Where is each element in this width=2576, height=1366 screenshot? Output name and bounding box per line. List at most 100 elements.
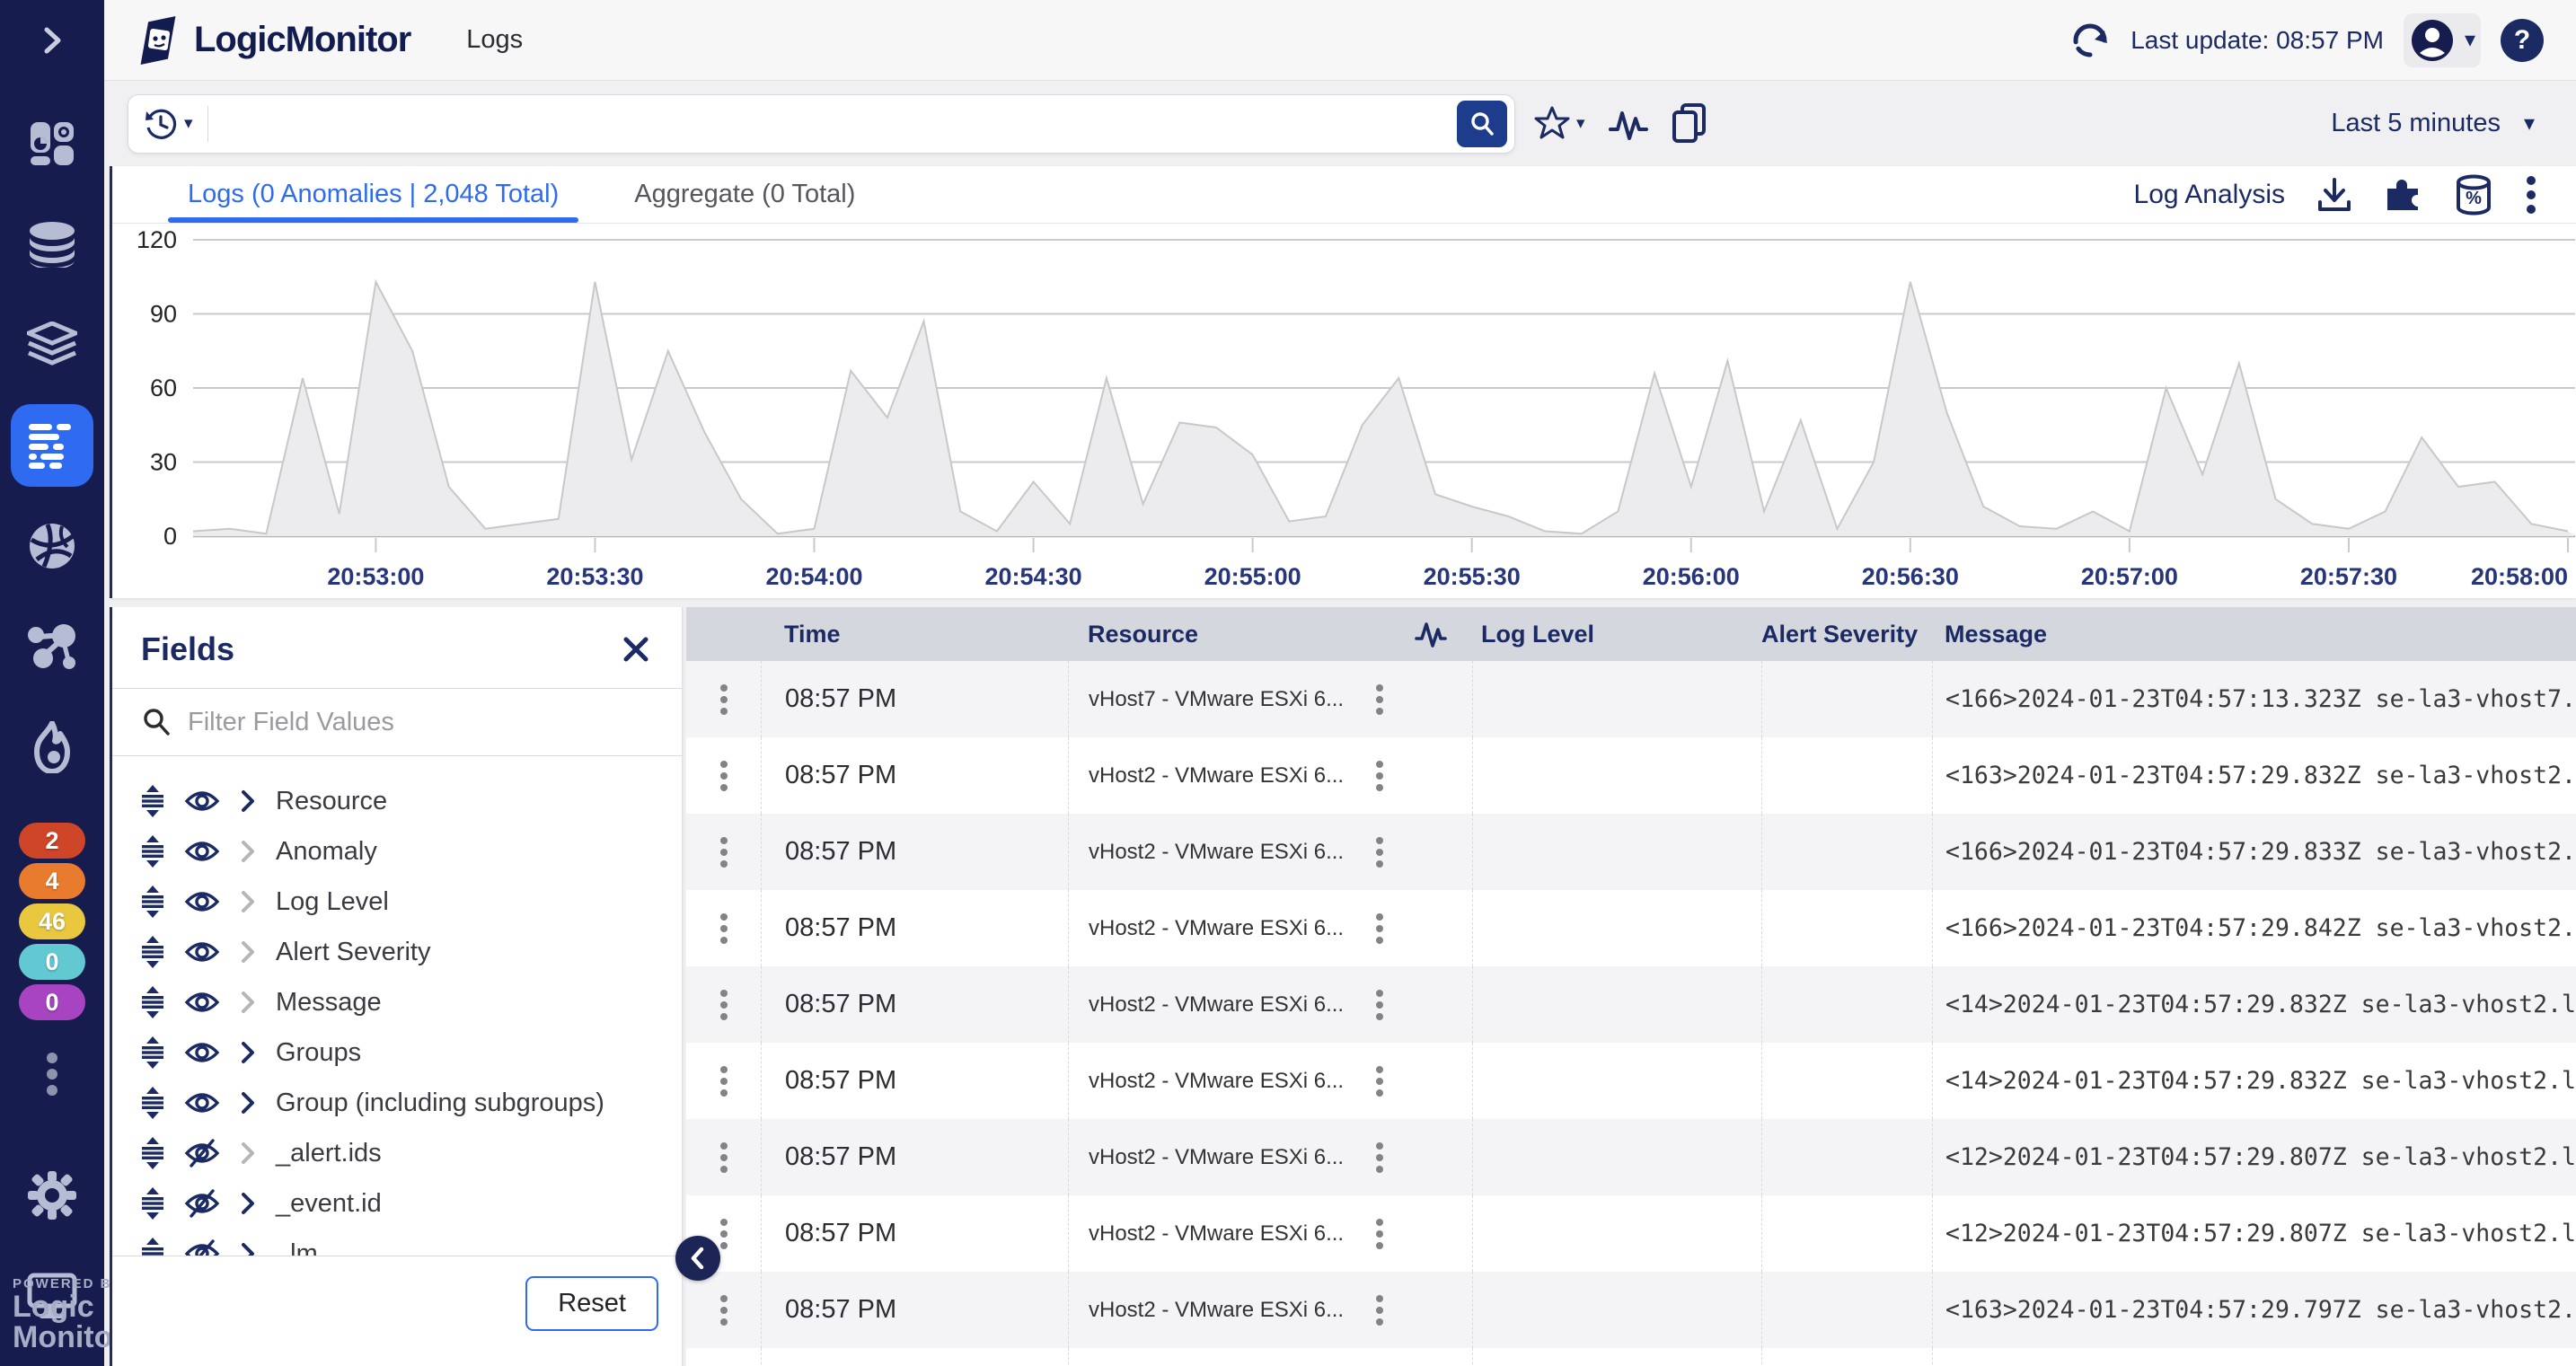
sidebar-item-logs[interactable] <box>0 395 104 496</box>
table-row[interactable]: 08:57 PMvHost2 - VMware ESXi 6...<163>20… <box>686 1272 2576 1348</box>
drag-handle-icon[interactable] <box>139 1137 166 1169</box>
integrations-button[interactable] <box>2384 176 2422 214</box>
more-options-button[interactable] <box>2526 175 2536 215</box>
resource-actions-button[interactable] <box>1375 1218 1384 1250</box>
resource-actions-button[interactable] <box>1375 836 1384 868</box>
log-analysis-link[interactable]: Log Analysis <box>2134 180 2285 210</box>
chevron-right-icon[interactable] <box>238 939 258 965</box>
resource-actions-button[interactable] <box>1375 1294 1384 1326</box>
visibility-eye-off-icon[interactable] <box>184 1139 220 1168</box>
table-row[interactable]: 08:57 PMvHost2 - VMware ESXi 6...<163>20… <box>686 1348 2576 1366</box>
tab-logs[interactable]: Logs (0 Anomalies | 2,048 Total) <box>175 166 571 223</box>
chevron-right-icon[interactable] <box>238 1089 258 1116</box>
sidebar-item-dashboards[interactable] <box>0 93 104 194</box>
visibility-eye-off-icon[interactable] <box>184 1239 220 1256</box>
chevron-right-icon[interactable] <box>238 1190 258 1217</box>
resource-actions-button[interactable] <box>1375 1065 1384 1097</box>
sampling-button[interactable]: % <box>2454 174 2493 216</box>
reset-button[interactable]: Reset <box>525 1276 658 1331</box>
table-row[interactable]: 08:57 PMvHost2 - VMware ESXi 6...<163>20… <box>686 737 2576 814</box>
resource-actions-button[interactable] <box>1375 912 1384 945</box>
row-actions-button[interactable] <box>719 989 728 1021</box>
drag-handle-icon[interactable] <box>139 785 166 817</box>
visibility-eye-icon[interactable] <box>184 988 220 1017</box>
visibility-eye-icon[interactable] <box>184 887 220 916</box>
row-actions-button[interactable] <box>719 1141 728 1174</box>
row-actions-button[interactable] <box>719 683 728 716</box>
table-row[interactable]: 08:57 PMvHost2 - VMware ESXi 6...<12>202… <box>686 1119 2576 1195</box>
table-row[interactable]: 08:57 PMvHost2 - VMware ESXi 6...<14>202… <box>686 1043 2576 1119</box>
row-actions-button[interactable] <box>719 912 728 945</box>
col-time[interactable]: Time <box>761 621 1068 648</box>
sidebar-item-mapping[interactable] <box>0 596 104 697</box>
collapse-fields-button[interactable] <box>675 1236 720 1281</box>
time-range-dropdown[interactable]: Last 5 minutes ▾ <box>2331 109 2535 138</box>
visibility-eye-icon[interactable] <box>184 1088 220 1117</box>
search-history-dropdown[interactable]: ▾ <box>145 106 208 142</box>
col-anomaly[interactable] <box>1389 619 1472 649</box>
drag-handle-icon[interactable] <box>139 936 166 968</box>
chevron-right-icon[interactable] <box>238 838 258 865</box>
search-button[interactable] <box>1457 101 1507 147</box>
col-message[interactable]: Message <box>1932 621 2576 648</box>
expand-nav-button[interactable] <box>0 0 104 81</box>
chevron-right-icon[interactable] <box>238 1240 258 1256</box>
col-resource[interactable]: Resource <box>1068 621 1389 648</box>
drag-handle-icon[interactable] <box>139 835 166 868</box>
refresh-button[interactable] <box>2069 20 2111 61</box>
table-row[interactable]: 08:57 PMvHost2 - VMware ESXi 6...<166>20… <box>686 890 2576 966</box>
alert-count-badge[interactable]: 2 <box>19 823 85 859</box>
favorite-queries-dropdown[interactable]: ▾ <box>1533 105 1585 143</box>
visibility-eye-off-icon[interactable] <box>184 1189 220 1218</box>
resource-actions-button[interactable] <box>1375 1141 1384 1174</box>
sidebar-item-modules[interactable] <box>0 295 104 395</box>
row-actions-button[interactable] <box>719 1294 728 1326</box>
col-log-level[interactable]: Log Level <box>1472 621 1761 648</box>
user-menu[interactable]: ▾ <box>2404 13 2481 67</box>
chevron-right-icon[interactable] <box>238 1140 258 1167</box>
sidebar-item-websites[interactable] <box>0 496 104 596</box>
chevron-right-icon[interactable] <box>238 989 258 1016</box>
sidebar-more-button[interactable] <box>46 1051 58 1102</box>
table-row[interactable]: 08:57 PMvHost2 - VMware ESXi 6...<14>202… <box>686 966 2576 1043</box>
resource-actions-button[interactable] <box>1375 989 1384 1021</box>
drag-handle-icon[interactable] <box>139 986 166 1018</box>
sidebar-item-resources[interactable] <box>0 194 104 295</box>
resource-actions-button[interactable] <box>1375 683 1384 716</box>
sidebar-item-alerts[interactable] <box>0 697 104 798</box>
drag-handle-icon[interactable] <box>139 1036 166 1069</box>
tab-aggregate[interactable]: Aggregate (0 Total) <box>622 166 868 223</box>
row-actions-button[interactable] <box>719 760 728 792</box>
row-actions-button[interactable] <box>719 836 728 868</box>
table-row[interactable]: 08:57 PMvHost2 - VMware ESXi 6...<12>202… <box>686 1195 2576 1272</box>
alert-count-badge[interactable]: 46 <box>19 903 85 939</box>
col-alert-severity[interactable]: Alert Severity <box>1761 621 1932 648</box>
drag-handle-icon[interactable] <box>139 1087 166 1119</box>
copy-query-button[interactable] <box>1672 103 1707 145</box>
fields-close-button[interactable] <box>621 634 651 665</box>
drag-handle-icon[interactable] <box>139 886 166 918</box>
download-button[interactable] <box>2317 177 2351 213</box>
visibility-eye-icon[interactable] <box>184 837 220 866</box>
search-input[interactable] <box>208 99 1457 149</box>
alert-count-badge[interactable]: 0 <box>19 984 85 1020</box>
visibility-eye-icon[interactable] <box>184 1038 220 1067</box>
drag-handle-icon[interactable] <box>139 1238 166 1256</box>
table-row[interactable]: 08:57 PMvHost2 - VMware ESXi 6...<166>20… <box>686 814 2576 890</box>
chevron-right-icon[interactable] <box>238 1039 258 1066</box>
table-row[interactable]: 08:57 PMvHost7 - VMware ESXi 6...<166>20… <box>686 661 2576 737</box>
chevron-right-icon[interactable] <box>238 888 258 915</box>
row-actions-button[interactable] <box>719 1065 728 1097</box>
alert-count-badge[interactable]: 4 <box>19 863 85 899</box>
visibility-eye-icon[interactable] <box>184 938 220 966</box>
chevron-right-icon[interactable] <box>238 788 258 815</box>
resource-actions-button[interactable] <box>1375 760 1384 792</box>
row-actions-button[interactable] <box>719 1218 728 1250</box>
anomalies-toggle[interactable] <box>1609 106 1648 142</box>
fields-filter-input[interactable] <box>188 708 653 737</box>
alert-count-badge[interactable]: 0 <box>19 944 85 980</box>
drag-handle-icon[interactable] <box>139 1187 166 1220</box>
sidebar-item-settings[interactable] <box>0 1145 104 1246</box>
visibility-eye-icon[interactable] <box>184 787 220 815</box>
help-button[interactable]: ? <box>2501 19 2544 62</box>
